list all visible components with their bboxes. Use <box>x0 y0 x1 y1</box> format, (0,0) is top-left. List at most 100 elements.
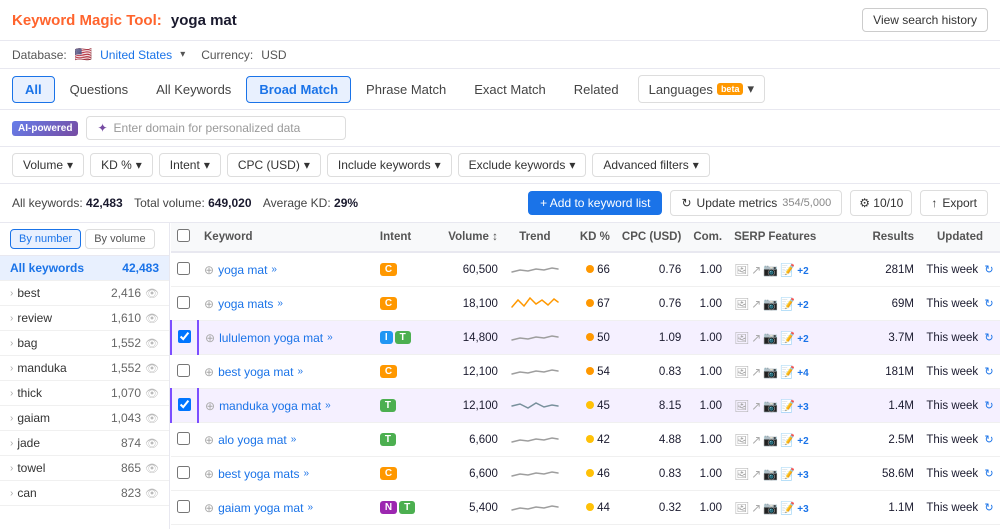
tab-all-keywords[interactable]: All Keywords <box>143 76 244 103</box>
sort-by-volume-button[interactable]: By volume <box>85 229 154 249</box>
eye-icon[interactable]: 👁 <box>145 337 159 350</box>
search-history-button[interactable]: View search history <box>862 8 988 32</box>
avg-kd-value: 29% <box>334 196 358 210</box>
update-metrics-button[interactable]: ↻ Update metrics 354/5,000 <box>670 190 842 216</box>
row-checkbox[interactable] <box>177 296 190 309</box>
export-button[interactable]: ↑ Export <box>920 190 988 216</box>
refresh-icon[interactable]: ↻ <box>984 400 993 412</box>
serp-column-header[interactable]: SERP Features <box>728 223 860 252</box>
settings-button[interactable]: ⚙ 10/10 <box>850 190 912 216</box>
keyword-link[interactable]: ⊕ best yoga mat » <box>204 365 368 379</box>
refresh-icon[interactable]: ↻ <box>984 264 993 276</box>
keyword-cell: ⊕ yoga mat bag » <box>198 525 374 529</box>
refresh-icon[interactable]: ↻ <box>984 332 993 344</box>
trend-cell <box>504 389 566 423</box>
sidebar-item-towel[interactable]: › towel 865 👁 <box>0 456 169 481</box>
featured-snippet-icon: 📝 <box>780 467 795 481</box>
eye-icon[interactable]: 👁 <box>145 412 159 425</box>
exclude-keywords-filter[interactable]: Exclude keywords ▾ <box>458 153 587 177</box>
serp-plus-count[interactable]: +3 <box>797 402 808 413</box>
trend-column-header[interactable]: Trend <box>504 223 566 252</box>
com-column-header[interactable]: Com. <box>687 223 728 252</box>
row-checkbox[interactable] <box>178 398 191 411</box>
tab-related[interactable]: Related <box>561 76 632 103</box>
tab-all[interactable]: All <box>12 76 55 103</box>
eye-icon[interactable]: 👁 <box>145 487 159 500</box>
intent-badge-t: T <box>399 501 415 514</box>
serp-plus-count[interactable]: +2 <box>797 300 808 311</box>
serp-plus-count[interactable]: +3 <box>797 470 808 481</box>
refresh-icon[interactable]: ↻ <box>984 366 993 378</box>
keyword-link[interactable]: ⊕ alo yoga mat » <box>204 433 368 447</box>
image-pack-icon: 🖼 <box>734 399 749 413</box>
featured-snippet-icon: 📝 <box>780 297 795 311</box>
serp-plus-count[interactable]: +2 <box>797 436 808 447</box>
serp-plus-count[interactable]: +2 <box>797 334 808 345</box>
languages-button[interactable]: Languages beta ▾ <box>638 75 765 103</box>
eye-icon[interactable]: 👁 <box>145 462 159 475</box>
intent-filter[interactable]: Intent ▾ <box>159 153 221 177</box>
keyword-link[interactable]: ⊕ yoga mat » <box>204 263 368 277</box>
intent-cell: NT <box>374 491 434 525</box>
chevron-right-icon: › <box>10 413 13 424</box>
sidebar-item-bag[interactable]: › bag 1,552 👁 <box>0 331 169 356</box>
domain-input[interactable]: ✦ Enter domain for personalized data <box>86 116 346 140</box>
select-all-checkbox[interactable] <box>177 229 190 242</box>
sidebar-item-review[interactable]: › review 1,610 👁 <box>0 306 169 331</box>
eye-icon[interactable]: 👁 <box>145 437 159 450</box>
sidebar-item-all-keywords[interactable]: All keywords 42,483 <box>0 256 169 281</box>
eye-icon[interactable]: 👁 <box>145 287 159 300</box>
sidebar-count: 874 <box>121 436 141 450</box>
sidebar-item-jade[interactable]: › jade 874 👁 <box>0 431 169 456</box>
tab-questions[interactable]: Questions <box>57 76 142 103</box>
refresh-icon[interactable]: ↻ <box>984 298 993 310</box>
sidebar-item-manduka[interactable]: › manduka 1,552 👁 <box>0 356 169 381</box>
keyword-link[interactable]: ⊕ yoga mats » <box>204 297 368 311</box>
country-chevron-icon[interactable]: ▾ <box>180 49 185 60</box>
kd-column-header[interactable]: KD % <box>566 223 616 252</box>
serp-plus-count[interactable]: +4 <box>797 368 808 379</box>
tab-broad-match[interactable]: Broad Match <box>246 76 351 103</box>
tab-exact-match[interactable]: Exact Match <box>461 76 559 103</box>
sidebar-item-can[interactable]: › can 823 👁 <box>0 481 169 506</box>
serp-plus-count[interactable]: +3 <box>797 504 808 515</box>
kd-filter[interactable]: KD % ▾ <box>90 153 153 177</box>
intent-column-header[interactable]: Intent <box>374 223 434 252</box>
sidebar-item-thick[interactable]: › thick 1,070 👁 <box>0 381 169 406</box>
row-checkbox[interactable] <box>178 330 191 343</box>
keyword-link[interactable]: ⊕ gaiam yoga mat » <box>204 501 368 515</box>
eye-icon[interactable]: 👁 <box>145 387 159 400</box>
eye-icon[interactable]: 👁 <box>145 312 159 325</box>
refresh-icon[interactable]: ↻ <box>984 434 993 446</box>
keyword-link[interactable]: ⊕ lululemon yoga mat » <box>205 331 368 345</box>
volume-column-header[interactable]: Volume ↕ <box>434 223 504 252</box>
keyword-link[interactable]: ⊕ best yoga mats » <box>204 467 368 481</box>
refresh-icon[interactable]: ↻ <box>984 502 993 514</box>
row-checkbox[interactable] <box>177 466 190 479</box>
refresh-icon[interactable]: ↻ <box>984 468 993 480</box>
keyword-column-header[interactable]: Keyword <box>198 223 374 252</box>
select-all-header[interactable] <box>171 223 198 252</box>
advanced-filters[interactable]: Advanced filters ▾ <box>592 153 709 177</box>
row-checkbox[interactable] <box>177 500 190 513</box>
updated-column-header[interactable]: Updated <box>920 223 1000 252</box>
tab-phrase-match[interactable]: Phrase Match <box>353 76 459 103</box>
cpc-filter[interactable]: CPC (USD) ▾ <box>227 153 321 177</box>
include-keywords-filter[interactable]: Include keywords ▾ <box>327 153 452 177</box>
keyword-cell: ⊕ yoga mats » <box>198 287 374 321</box>
row-checkbox[interactable] <box>177 262 190 275</box>
country-link[interactable]: United States <box>100 48 172 62</box>
cpc-column-header[interactable]: CPC (USD) <box>616 223 687 252</box>
add-to-keyword-list-button[interactable]: + Add to keyword list <box>528 191 662 215</box>
sidebar-item-best[interactable]: › best 2,416 👁 <box>0 281 169 306</box>
serp-plus-count[interactable]: +2 <box>797 266 808 277</box>
eye-icon[interactable]: 👁 <box>145 362 159 375</box>
total-volume-count: 649,020 <box>208 196 251 210</box>
keyword-link[interactable]: ⊕ manduka yoga mat » <box>205 399 368 413</box>
volume-filter[interactable]: Volume ▾ <box>12 153 84 177</box>
results-column-header[interactable]: Results <box>860 223 920 252</box>
row-checkbox[interactable] <box>177 364 190 377</box>
sort-by-number-button[interactable]: By number <box>10 229 81 249</box>
row-checkbox[interactable] <box>177 432 190 445</box>
sidebar-item-gaiam[interactable]: › gaiam 1,043 👁 <box>0 406 169 431</box>
